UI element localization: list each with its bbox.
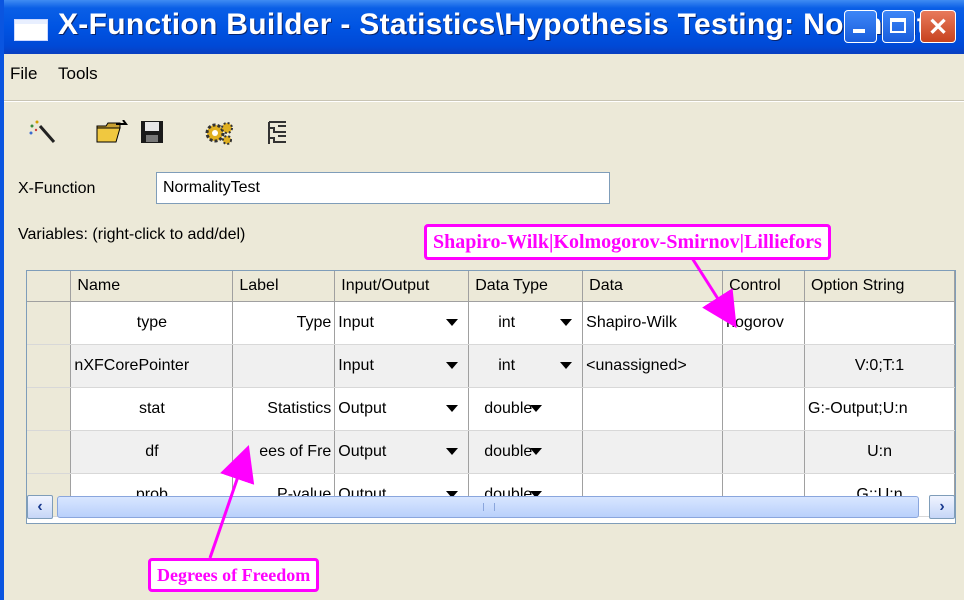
- gear-icon[interactable]: [204, 120, 234, 146]
- cell-data-type-value: double: [484, 399, 533, 417]
- minimize-icon: [853, 29, 865, 33]
- cell-data[interactable]: Shapiro-Wilk: [582, 301, 724, 345]
- dropdown-arrow-icon[interactable]: [530, 404, 543, 412]
- cell-name[interactable]: nXFCorePointer: [70, 344, 234, 388]
- cell-option-string[interactable]: [804, 301, 955, 345]
- cell-control[interactable]: nogorov: [722, 301, 806, 345]
- cell-label[interactable]: Statistics: [232, 387, 336, 431]
- table-row: stat Statistics Output double G:-Output;…: [27, 387, 955, 431]
- variables-grid[interactable]: Name Label Input/Output Data Type Data C…: [26, 270, 956, 524]
- cell-input-output[interactable]: Output: [334, 430, 470, 474]
- scrollbar-thumb[interactable]: [57, 496, 919, 518]
- dropdown-arrow-icon[interactable]: [446, 404, 459, 412]
- variables-label: Variables: (right-click to add/del): [18, 226, 246, 243]
- cell-control[interactable]: [722, 387, 806, 431]
- cell-data-type-value: int: [498, 356, 516, 374]
- cell-control[interactable]: [722, 344, 806, 388]
- cell-data-type[interactable]: double: [468, 387, 584, 431]
- scrollbar-grip-icon: [483, 503, 495, 511]
- grid-corner-cell: [27, 271, 72, 302]
- dropdown-arrow-icon[interactable]: [446, 447, 459, 455]
- window-app-icon: [14, 19, 48, 41]
- title-bar[interactable]: X-Function Builder - Statistics\Hypothes…: [4, 0, 964, 54]
- cell-input-output-value: Input: [338, 313, 374, 331]
- cell-data[interactable]: [582, 387, 724, 431]
- row-selector[interactable]: [27, 430, 72, 474]
- maximize-button[interactable]: [882, 10, 915, 43]
- cell-option-string[interactable]: G:-Output;U:n: [804, 387, 955, 431]
- table-row: nXFCorePointer Input int <unassigned> V:…: [27, 344, 955, 388]
- menu-file[interactable]: File: [10, 64, 37, 84]
- cell-name[interactable]: type: [70, 301, 234, 345]
- cell-data-type[interactable]: int: [468, 344, 584, 388]
- cell-label[interactable]: Type: [232, 301, 336, 345]
- close-button[interactable]: ✕: [920, 10, 956, 43]
- scroll-left-button[interactable]: ‹: [27, 495, 53, 519]
- degrees-of-freedom-callout: Degrees of Freedom: [148, 558, 320, 592]
- row-selector[interactable]: [27, 344, 72, 388]
- control-options-callout: Shapiro-Wilk|Kolmogorov-Smirnov|Lilliefo…: [424, 224, 831, 260]
- xfunction-label: X-Function: [18, 180, 96, 197]
- column-header-option-string[interactable]: Option String: [804, 271, 955, 302]
- column-header-data-type[interactable]: Data Type: [468, 271, 584, 302]
- cell-label[interactable]: [232, 344, 336, 388]
- dropdown-arrow-icon[interactable]: [446, 361, 459, 369]
- column-header-name[interactable]: Name: [70, 271, 234, 302]
- horizontal-scrollbar[interactable]: ‹ ›: [27, 495, 955, 521]
- dropdown-arrow-icon[interactable]: [446, 318, 459, 326]
- cell-input-output[interactable]: Input: [334, 301, 470, 345]
- cell-input-output[interactable]: Output: [334, 387, 470, 431]
- wand-icon[interactable]: [28, 120, 58, 144]
- table-row: type Type Input int Shapiro-Wilk nogorov: [27, 301, 955, 345]
- maximize-icon: [890, 18, 906, 33]
- dropdown-arrow-icon[interactable]: [530, 447, 543, 455]
- column-header-input-output[interactable]: Input/Output: [334, 271, 470, 302]
- dropdown-arrow-icon[interactable]: [560, 361, 573, 369]
- cell-control[interactable]: [722, 430, 806, 474]
- cell-data-type-value: double: [484, 442, 533, 460]
- tree-view-icon[interactable]: [266, 120, 290, 146]
- table-row: df ees of Fre Output double U:n: [27, 430, 955, 474]
- column-header-label[interactable]: Label: [232, 271, 336, 302]
- cell-data[interactable]: <unassigned>: [582, 344, 724, 388]
- column-header-control[interactable]: Control: [722, 271, 806, 302]
- row-selector[interactable]: [27, 301, 72, 345]
- xfunction-builder-window: X-Function Builder - Statistics\Hypothes…: [0, 0, 964, 600]
- cell-data-type[interactable]: int: [468, 301, 584, 345]
- cell-data-type[interactable]: double: [468, 430, 584, 474]
- close-icon: ✕: [927, 14, 949, 41]
- cell-data-type-value: int: [498, 313, 516, 331]
- cell-name[interactable]: stat: [70, 387, 234, 431]
- minimize-button[interactable]: [844, 10, 877, 43]
- cell-option-string[interactable]: U:n: [804, 430, 955, 474]
- row-selector[interactable]: [27, 387, 72, 431]
- cell-option-string[interactable]: V:0;T:1: [804, 344, 955, 388]
- cell-input-output-value: Output: [338, 442, 387, 460]
- cell-input-output[interactable]: Input: [334, 344, 470, 388]
- xfunction-name-input[interactable]: [156, 172, 610, 204]
- grid-header-row: Name Label Input/Output Data Type Data C…: [27, 271, 955, 302]
- scroll-right-button[interactable]: ›: [929, 495, 955, 519]
- open-folder-icon[interactable]: [96, 120, 128, 144]
- cell-label[interactable]: ees of Fre: [232, 430, 336, 474]
- dropdown-arrow-icon[interactable]: [560, 318, 573, 326]
- cell-input-output-value: Input: [338, 356, 374, 374]
- save-icon[interactable]: [140, 120, 164, 144]
- cell-data[interactable]: [582, 430, 724, 474]
- window-title: X-Function Builder - Statistics\Hypothes…: [58, 8, 958, 41]
- cell-input-output-value: Output: [338, 399, 387, 417]
- menu-tools[interactable]: Tools: [58, 64, 98, 84]
- menu-divider: [4, 100, 964, 102]
- column-header-data[interactable]: Data: [582, 271, 724, 302]
- cell-name[interactable]: df: [70, 430, 234, 474]
